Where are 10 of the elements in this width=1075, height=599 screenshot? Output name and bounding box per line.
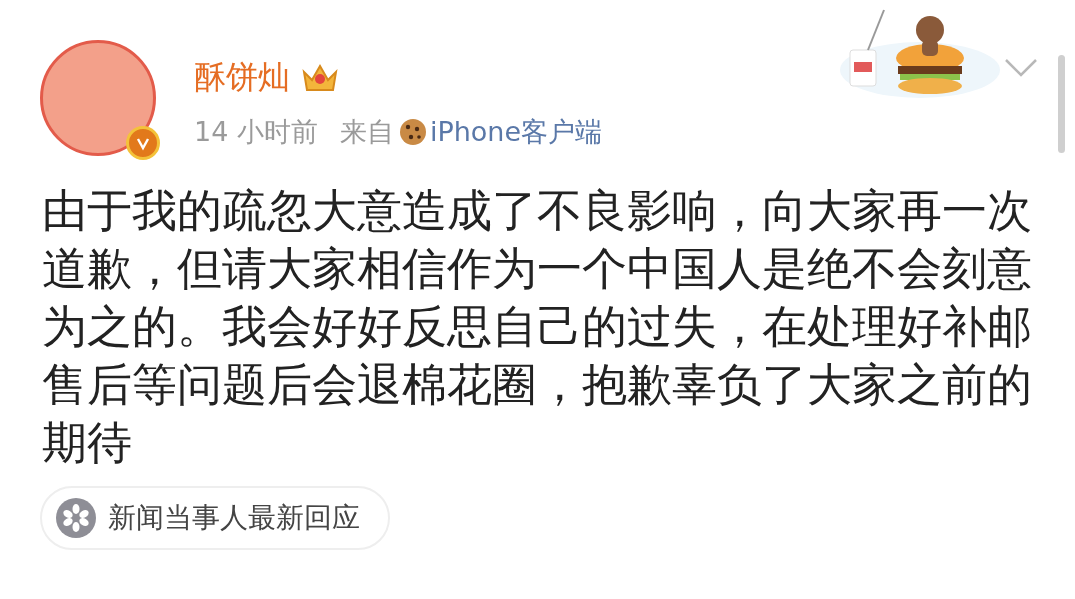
author-name[interactable]: 酥饼灿 bbox=[194, 56, 290, 100]
source-link[interactable]: iPhone客户端 bbox=[429, 114, 603, 150]
topic-chip[interactable]: 新闻当事人最新回应 bbox=[40, 486, 390, 550]
chevron-down-icon[interactable] bbox=[1004, 58, 1038, 78]
flower-icon bbox=[56, 498, 96, 538]
cookie-icon bbox=[397, 117, 428, 147]
source-label: 来自 bbox=[339, 115, 394, 149]
post-time: 14 小时前 bbox=[194, 115, 318, 149]
post-text: 由于我的疏忽大意造成了不良影响，向大家再一次道歉，但请大家相信作为一个中国人是绝不会刻意为之的。我会好好反思自己的过失，在处理好补邮售后等问题后会退棉花圈，抱歉辜负了大家之前的期待 bbox=[42, 184, 1033, 470]
scrollbar[interactable] bbox=[1058, 55, 1065, 153]
